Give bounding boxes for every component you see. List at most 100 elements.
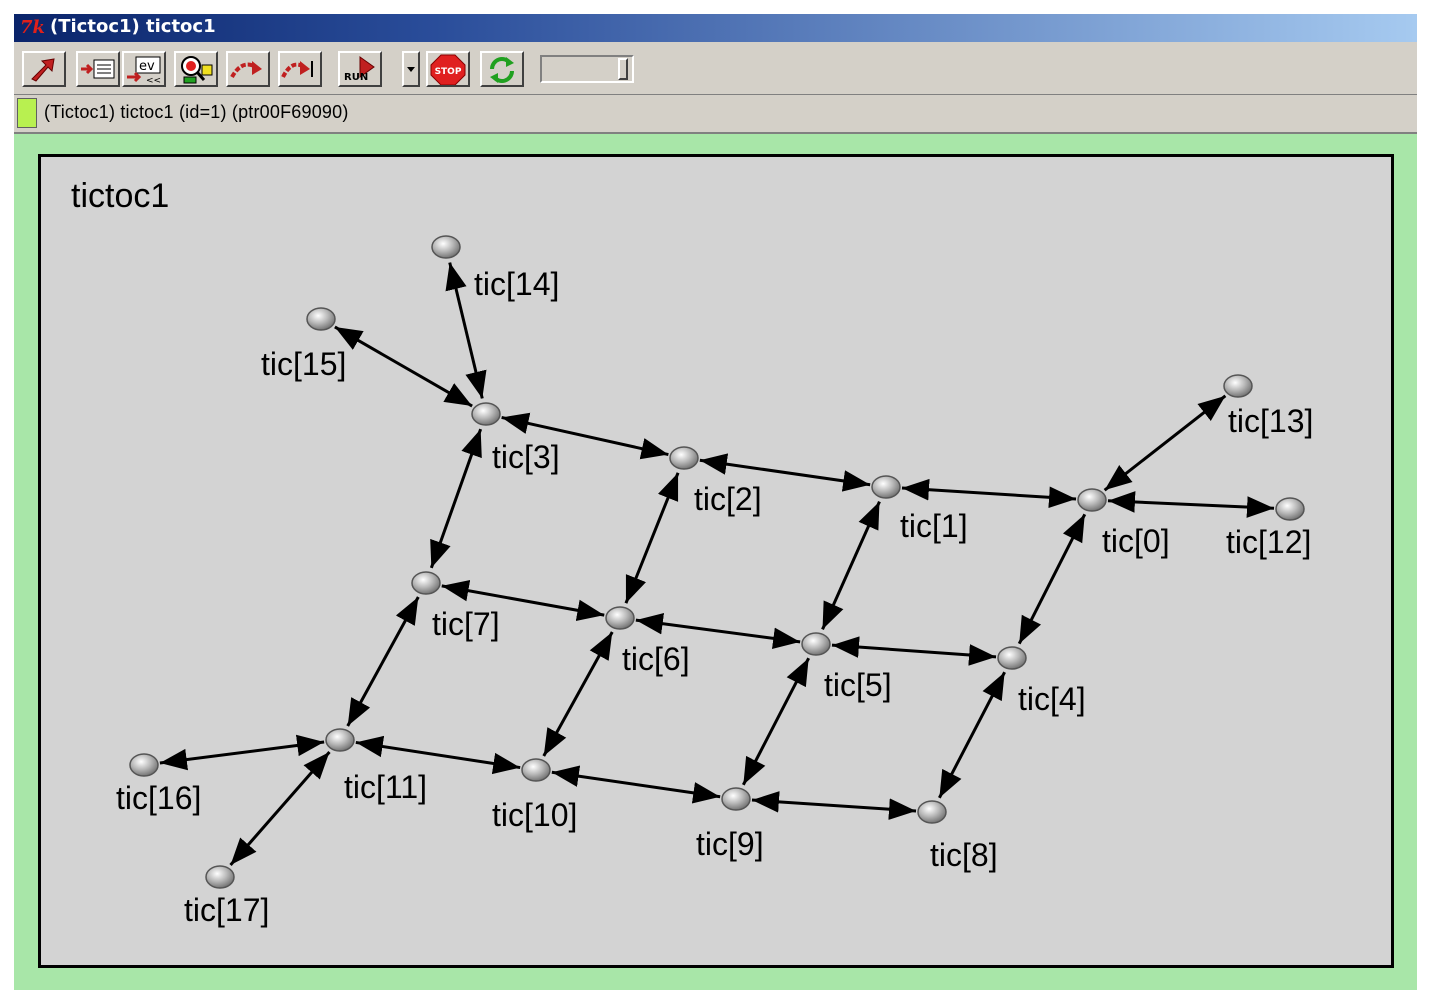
node-tic[10][interactable]: tic[10] — [492, 758, 577, 833]
node-label: tic[11] — [344, 769, 427, 805]
title-bar[interactable]: 7k (Tictoc1) tictoc1 — [14, 14, 1417, 42]
link-tic[4]-tic[5] — [831, 636, 997, 666]
module-info-text: (Tictoc1) tictoc1 (id=1) (ptr00F69090) — [44, 102, 349, 122]
module-output-icon — [81, 59, 115, 79]
node-tic[8][interactable]: tic[8] — [917, 800, 998, 873]
node-label: tic[9] — [696, 826, 764, 862]
toolbar: ev << RUN STOP — [14, 44, 1417, 95]
node-tic[11][interactable]: tic[11] — [325, 728, 427, 805]
link-tic[11]-tic[16] — [159, 734, 325, 771]
node-icon[interactable] — [721, 787, 751, 811]
node-label: tic[5] — [824, 667, 892, 703]
node-tic[3][interactable]: tic[3] — [471, 402, 560, 475]
speed-slider[interactable] — [540, 55, 634, 83]
node-label: tic[8] — [930, 837, 998, 873]
event-log-button[interactable]: ev << — [122, 51, 166, 87]
node-icon[interactable] — [521, 758, 551, 782]
node-icon[interactable] — [431, 235, 461, 259]
node-tic[7][interactable]: tic[7] — [411, 571, 500, 642]
node-tic[4][interactable]: tic[4] — [997, 646, 1086, 717]
link-tic[0]-tic[1] — [901, 478, 1077, 509]
run-mode-dropdown[interactable] — [402, 51, 420, 87]
node-label: tic[1] — [900, 508, 968, 544]
node-label: tic[14] — [474, 266, 559, 302]
link-tic[6]-tic[10] — [542, 631, 614, 757]
event-log-label: ev — [139, 59, 155, 74]
link-tic[3]-tic[15] — [334, 325, 473, 408]
node-label: tic[6] — [622, 641, 690, 677]
node-label: tic[15] — [261, 346, 346, 382]
node-tic[2][interactable]: tic[2] — [669, 446, 762, 517]
node-label: tic[4] — [1018, 681, 1086, 717]
node-icon[interactable] — [205, 865, 235, 889]
node-label: tic[0] — [1102, 523, 1170, 559]
node-label: tic[10] — [492, 797, 577, 833]
stop-label: STOP — [435, 67, 462, 77]
window-title: (Tictoc1) tictoc1 — [50, 16, 216, 37]
node-icon[interactable] — [1275, 497, 1305, 521]
node-tic[6][interactable]: tic[6] — [605, 606, 690, 677]
node-icon[interactable] — [306, 307, 336, 331]
node-icon[interactable] — [325, 728, 355, 752]
link-tic[11]-tic[17] — [229, 751, 331, 866]
node-label: tic[3] — [492, 439, 560, 475]
speed-slider-thumb[interactable] — [618, 58, 628, 80]
stop-icon: STOP — [430, 54, 466, 85]
network-canvas[interactable]: tictoc1 tic[0] tic[1] tic[2] tic[3] tic[4] ti… — [14, 134, 1417, 990]
node-icon[interactable] — [871, 475, 901, 499]
link-tic[1]-tic[5] — [821, 501, 881, 630]
node-tic[0][interactable]: tic[0] — [1077, 488, 1170, 559]
module-color-swatch — [17, 98, 37, 128]
link-tic[7]-tic[11] — [346, 596, 420, 727]
network-graph: tic[0] tic[1] tic[2] tic[3] tic[4] tic[5] tic[… — [116, 235, 1313, 928]
node-tic[16][interactable]: tic[16] — [116, 753, 201, 816]
inspect-icon — [181, 56, 213, 84]
node-icon[interactable] — [605, 606, 635, 630]
node-icon[interactable] — [917, 800, 947, 824]
parent-module-button[interactable] — [22, 51, 66, 87]
node-icon[interactable] — [801, 632, 831, 656]
node-label: tic[2] — [694, 481, 762, 517]
node-icon[interactable] — [997, 646, 1027, 670]
link-tic[3]-tic[7] — [429, 428, 483, 569]
link-tic[5]-tic[6] — [635, 612, 801, 650]
stop-button[interactable]: STOP — [426, 51, 470, 87]
node-icon[interactable] — [129, 753, 159, 777]
run-button[interactable]: RUN — [338, 51, 382, 87]
info-bar: (Tictoc1) tictoc1 (id=1) (ptr00F69090) — [14, 96, 1417, 134]
node-tic[17][interactable]: tic[17] — [184, 865, 269, 928]
node-label: tic[12] — [1226, 524, 1311, 560]
link-tic[2]-tic[6] — [624, 472, 680, 604]
node-icon[interactable] — [411, 571, 441, 595]
node-icon[interactable] — [1077, 488, 1107, 512]
chevron-down-icon — [407, 67, 415, 72]
node-icon[interactable] — [471, 402, 501, 426]
node-icon[interactable] — [669, 446, 699, 470]
node-tic[15][interactable]: tic[15] — [261, 307, 346, 382]
link-tic[10]-tic[11] — [355, 735, 521, 775]
inspector-window: 7k (Tictoc1) tictoc1 ev << RUN STOP (Tic… — [14, 14, 1417, 990]
tk-icon: 7k — [20, 17, 45, 38]
module-output-button[interactable] — [76, 51, 120, 87]
link-tic[0]-tic[4] — [1017, 513, 1087, 645]
link-tic[0]-tic[13] — [1103, 394, 1227, 492]
link-tic[8]-tic[9] — [751, 791, 917, 820]
link-tic[9]-tic[10] — [551, 765, 721, 804]
run-label: RUN — [344, 72, 369, 83]
node-icon[interactable] — [1223, 374, 1253, 398]
event-log-icon: ev << — [127, 56, 161, 85]
node-label: tic[13] — [1228, 403, 1313, 439]
node-tic[1][interactable]: tic[1] — [871, 475, 968, 544]
link-tic[4]-tic[8] — [938, 671, 1006, 799]
refresh-button[interactable] — [480, 51, 524, 87]
link-tic[0]-tic[12] — [1107, 491, 1275, 518]
svg-text:<<: << — [146, 76, 161, 85]
refresh-icon — [490, 57, 514, 83]
node-tic[13][interactable]: tic[13] — [1223, 374, 1313, 439]
step-button[interactable] — [226, 51, 270, 87]
node-label: tic[16] — [116, 780, 201, 816]
inspect-button[interactable] — [174, 51, 218, 87]
node-tic[5][interactable]: tic[5] — [801, 632, 892, 703]
fast-step-button[interactable] — [278, 51, 322, 87]
node-label: tic[7] — [432, 606, 500, 642]
